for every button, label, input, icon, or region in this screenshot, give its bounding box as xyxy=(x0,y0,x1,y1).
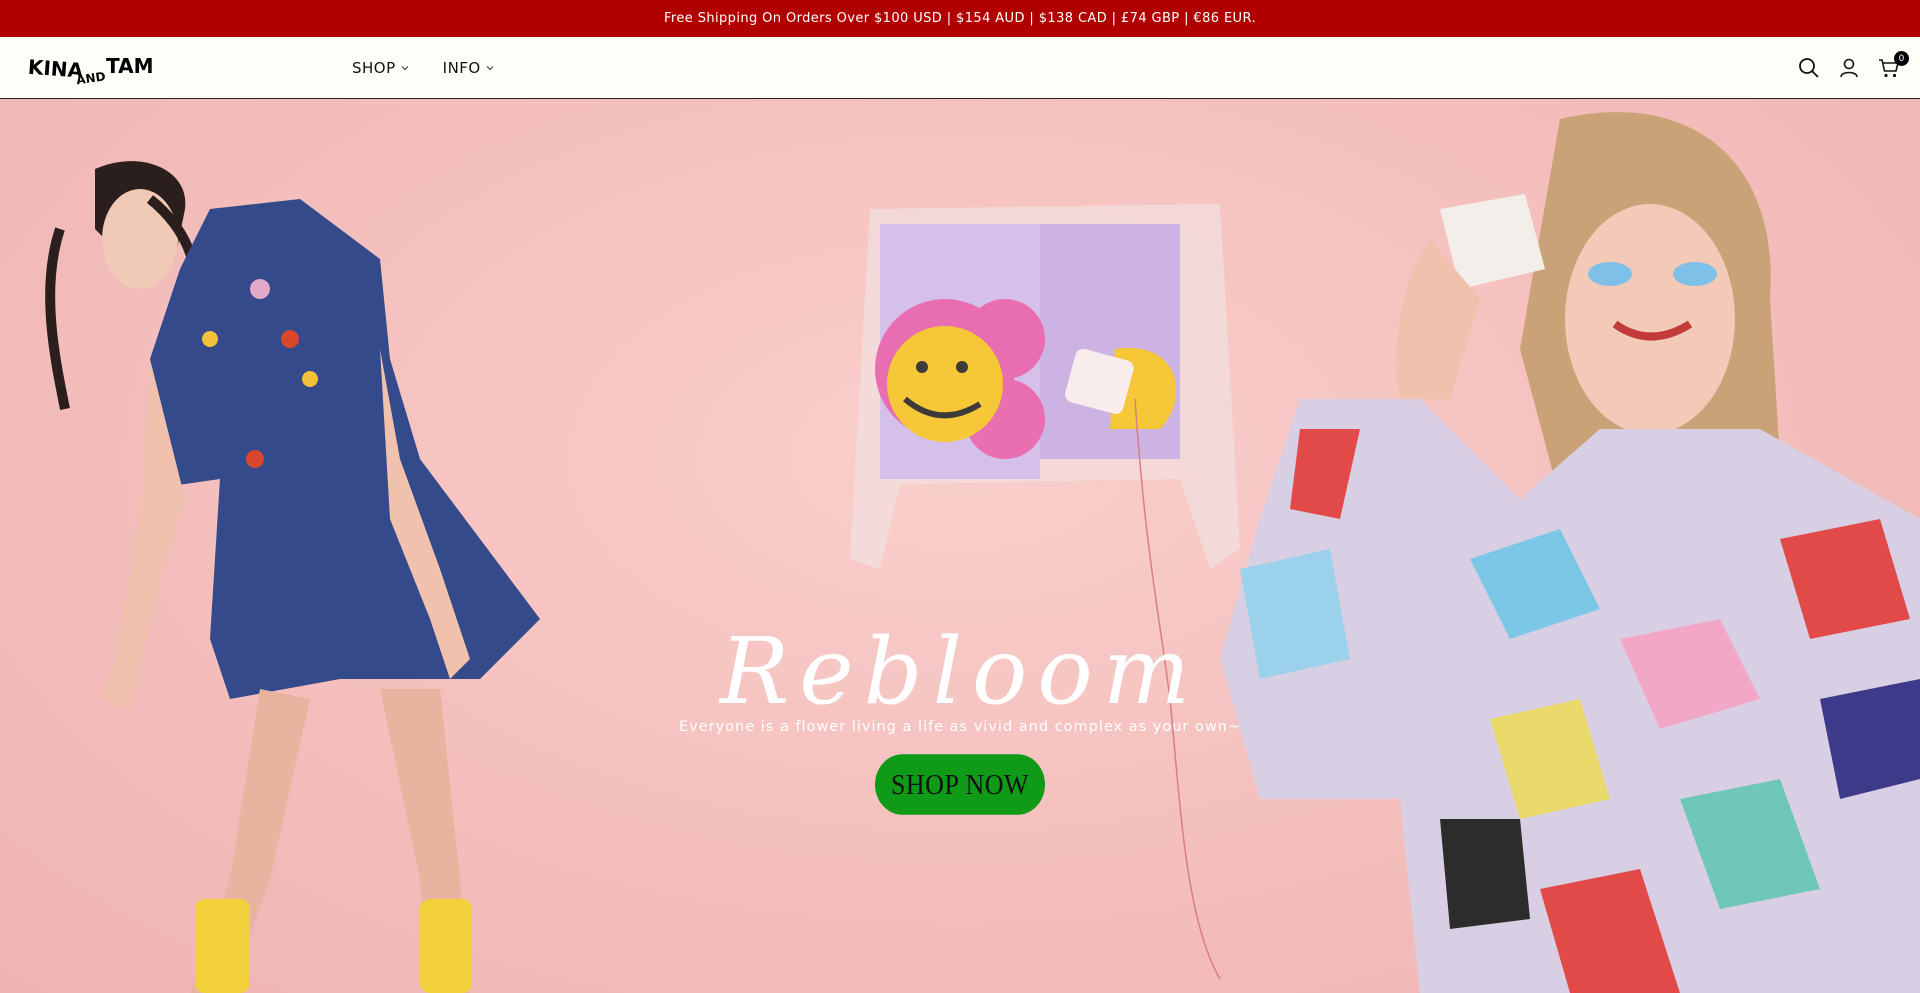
hero-title: Rebloom xyxy=(719,618,1201,725)
site-header: KINA AND TAM SHOP INFO 0 xyxy=(0,37,1920,99)
hero-subtitle: Everyone is a flower living a life as vi… xyxy=(678,719,1242,735)
header-actions: 0 xyxy=(1798,37,1909,99)
svg-text:AND: AND xyxy=(75,69,106,87)
cart-button[interactable]: 0 xyxy=(1878,51,1909,79)
announcement-bar: Free Shipping On Orders Over $100 USD | … xyxy=(0,0,1920,37)
left-model xyxy=(45,161,540,993)
nav-info[interactable]: INFO xyxy=(443,59,494,77)
right-model xyxy=(1220,112,1920,993)
nav-shop-label: SHOP xyxy=(352,59,396,77)
account-icon[interactable] xyxy=(1838,57,1860,79)
hero-banner[interactable]: Rebloom Everyone is a flower living a li… xyxy=(0,99,1920,993)
main-nav: SHOP INFO xyxy=(352,37,494,99)
search-icon[interactable] xyxy=(1798,57,1820,79)
hero-image xyxy=(45,112,1920,993)
chevron-down-icon xyxy=(401,66,409,71)
wall-artwork xyxy=(850,204,1240,569)
cart-count-badge: 0 xyxy=(1894,51,1909,66)
chevron-down-icon xyxy=(486,66,494,71)
svg-text:TAM: TAM xyxy=(106,54,153,78)
shop-now-button[interactable]: SHOP NOW xyxy=(875,754,1045,815)
nav-info-label: INFO xyxy=(442,59,481,77)
nav-shop[interactable]: SHOP xyxy=(352,59,409,77)
announcement-text: Free Shipping On Orders Over $100 USD | … xyxy=(664,11,1256,26)
site-logo[interactable]: KINA AND TAM xyxy=(26,47,158,89)
